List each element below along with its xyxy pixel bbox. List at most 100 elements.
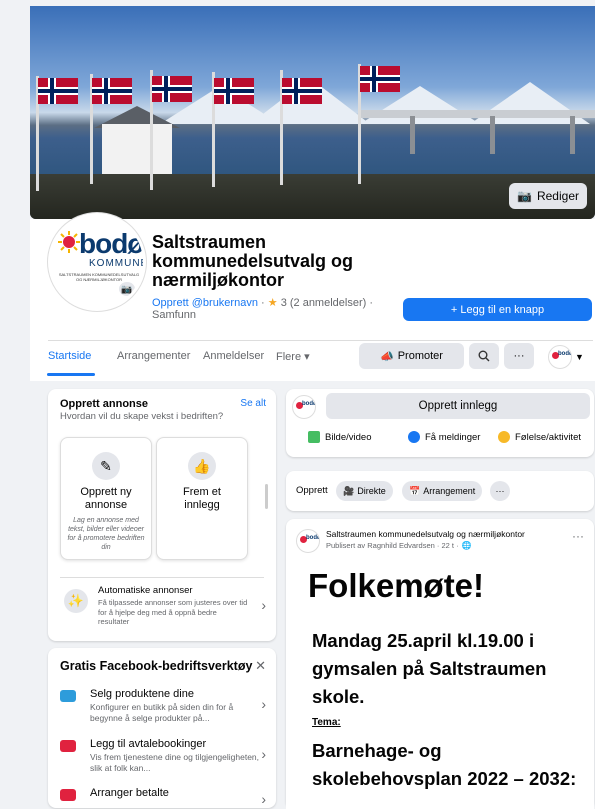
edit-cover-label: Rediger (536, 189, 579, 203)
add-button[interactable]: + Legg til en knapp (403, 298, 592, 321)
post-theme-label: Tema: (312, 717, 341, 728)
chevron-right-icon: › (261, 597, 266, 613)
post-card: Saltstraumen kommunedelsutvalg og nærmil… (286, 519, 594, 809)
create-label: Opprett (296, 485, 328, 496)
bridge-pillar (410, 116, 415, 154)
photo-video-button[interactable]: Bilde/video (308, 431, 371, 443)
create-new-ad-tile[interactable]: ✎ Opprett ny annonse Lag en annonse med … (60, 437, 152, 560)
bodo-sun-logo-icon (58, 231, 80, 253)
thumbs-up-icon: 👍 (188, 452, 216, 480)
chevron-down-icon: ▼ (575, 352, 584, 362)
create-post-button[interactable]: Opprett innlegg (326, 393, 590, 419)
tab-arrangementer[interactable]: Arrangementer (117, 350, 190, 362)
tool-item-appointments[interactable]: Legg til avtalebookinger Vis frem tjenes… (60, 738, 270, 778)
post-meta: Publisert av Ragnhild Edvardsen · 22 t · (326, 541, 459, 550)
close-icon[interactable]: ✕ (255, 658, 266, 674)
more-button[interactable]: ··· (490, 481, 510, 501)
page-category: Samfunn (152, 309, 197, 321)
smiley-icon (498, 431, 510, 443)
messenger-icon (408, 431, 420, 443)
create-ad-subtitle: Hvordan vil du skape vekst i bedriften? (60, 411, 224, 422)
star-icon: ★ (267, 297, 278, 309)
tile-title: Opprett ny annonse (80, 486, 132, 511)
page-avatar[interactable]: bodø KOMMUNE SALTSTRAUMEN KOMMUNEDELSUTV… (48, 213, 146, 311)
camera-icon[interactable]: 📷 (119, 282, 135, 296)
norwegian-flag (360, 66, 400, 92)
tool-desc: Vis frem tjenestene dine og tilgjengelig… (90, 752, 260, 773)
page-title: Saltstraumen kommunedelsutvalg og nærmil… (152, 232, 354, 290)
event-button[interactable]: 📅 Arrangement (402, 481, 483, 501)
see-all-link[interactable]: Se alt (240, 398, 266, 409)
chevron-right-icon: › (261, 746, 266, 762)
create-username-link[interactable]: Opprett @brukernavn (152, 297, 258, 309)
tool-item-sell-products[interactable]: Selg produktene dine Konfigurer en butik… (60, 688, 270, 728)
free-tools-title: Gratis Facebook-bedriftsverktøy (60, 659, 253, 673)
post-author[interactable]: Saltstraumen kommunedelsutvalg og nærmil… (326, 529, 525, 539)
carousel-scrollbar[interactable] (265, 484, 268, 509)
page-logo-icon (292, 395, 316, 419)
more-icon: ··· (513, 350, 525, 362)
divider (60, 577, 264, 578)
cover-photo: 📷 Rediger (30, 6, 595, 219)
camera-icon: 📷 (517, 189, 532, 203)
magic-wand-icon: ✨ (64, 589, 88, 613)
feeling-activity-button[interactable]: Følelse/aktivitet (498, 431, 581, 443)
more-options-button[interactable]: ··· (504, 343, 534, 369)
automatic-ads-title: Automatiske annonser (98, 585, 193, 596)
automatic-ads-desc: Få tilpassede annonser som justeres over… (98, 598, 248, 626)
tab-flere[interactable]: Flere ▾ (276, 350, 310, 363)
live-button[interactable]: 🎥 Direkte (336, 481, 393, 501)
logo-sub: KOMMUNE (89, 258, 146, 269)
post-topic: Barnehage- og skolebehovsplan 2022 – 203… (312, 740, 577, 789)
post-line1: Mandag 25.april kl.19.00 i gymsalen på S… (312, 630, 547, 707)
edit-icon: ✎ (92, 452, 120, 480)
search-button[interactable] (469, 343, 499, 369)
create-bar: Opprett 🎥 Direkte 📅 Arrangement ··· (286, 471, 594, 511)
post-composer: Opprett innlegg Bilde/video Få meldinger… (286, 389, 594, 457)
tool-title: Arranger betalte (90, 787, 169, 799)
rating-text: 3 (2 anmeldelser) (280, 297, 367, 309)
feeling-label: Følelse/aktivitet (515, 431, 581, 443)
logo-tiny-text: SALTSTRAUMEN KOMMUNEDELSUTVALG OG NÆRMIL… (58, 272, 140, 282)
edit-cover-button[interactable]: 📷 Rediger (509, 183, 587, 209)
page-logo-icon (548, 345, 572, 369)
norwegian-flag (282, 78, 322, 104)
get-messages-label: Få meldinger (425, 431, 481, 443)
search-icon (478, 350, 490, 362)
calendar-icon (60, 740, 76, 752)
bridge-pillar (490, 116, 495, 154)
live-label: Direkte (357, 486, 386, 496)
tool-title: Legg til avtalebookinger (90, 738, 207, 750)
norwegian-flag (38, 78, 78, 104)
post-headline: Folkemøte! (308, 567, 485, 604)
event-label: Arrangement (423, 486, 476, 496)
bridge (360, 110, 595, 118)
get-messages-button[interactable]: Få meldinger (408, 431, 480, 443)
post-options-icon[interactable]: ··· (572, 529, 584, 543)
tool-item-paid-events[interactable]: Arranger betalte › (60, 787, 270, 807)
tool-title: Selg produktene dine (90, 688, 194, 700)
logo-word: bodø (79, 228, 144, 259)
page-handle-line: Opprett @brukernavn · ★ 3 (2 anmeldelser… (152, 297, 374, 309)
more-icon: ··· (495, 486, 505, 496)
photo-video-label: Bilde/video (325, 431, 372, 443)
post-meta-line: Publisert av Ragnhild Edvardsen · 22 t ·… (326, 541, 472, 550)
page-profile-switcher[interactable]: ▼ (548, 345, 588, 369)
active-tab-indicator (47, 373, 95, 376)
bridge-pillar (570, 116, 575, 154)
globe-icon: 🌐 (461, 541, 472, 550)
norwegian-flag (214, 78, 254, 104)
create-ad-title: Opprett annonse (60, 398, 149, 410)
promote-button[interactable]: 📣 Promoter (359, 343, 464, 369)
page-logo-icon (296, 529, 320, 553)
boost-post-tile[interactable]: 👍 Frem et innlegg (156, 437, 248, 560)
tab-anmeldelser[interactable]: Anmeldelser (203, 350, 264, 362)
tab-startside[interactable]: Startside (48, 350, 91, 362)
photo-icon (308, 431, 320, 443)
tile-title: Frem et innlegg (183, 486, 221, 511)
chevron-right-icon: › (261, 696, 266, 712)
post-image[interactable]: Folkemøte! Mandag 25.april kl.19.00 i gy… (286, 561, 594, 809)
automatic-ads-row[interactable]: ✨ Automatiske annonser Få tilpassede ann… (60, 585, 270, 635)
norwegian-flag (92, 78, 132, 104)
shop-icon (60, 690, 76, 702)
